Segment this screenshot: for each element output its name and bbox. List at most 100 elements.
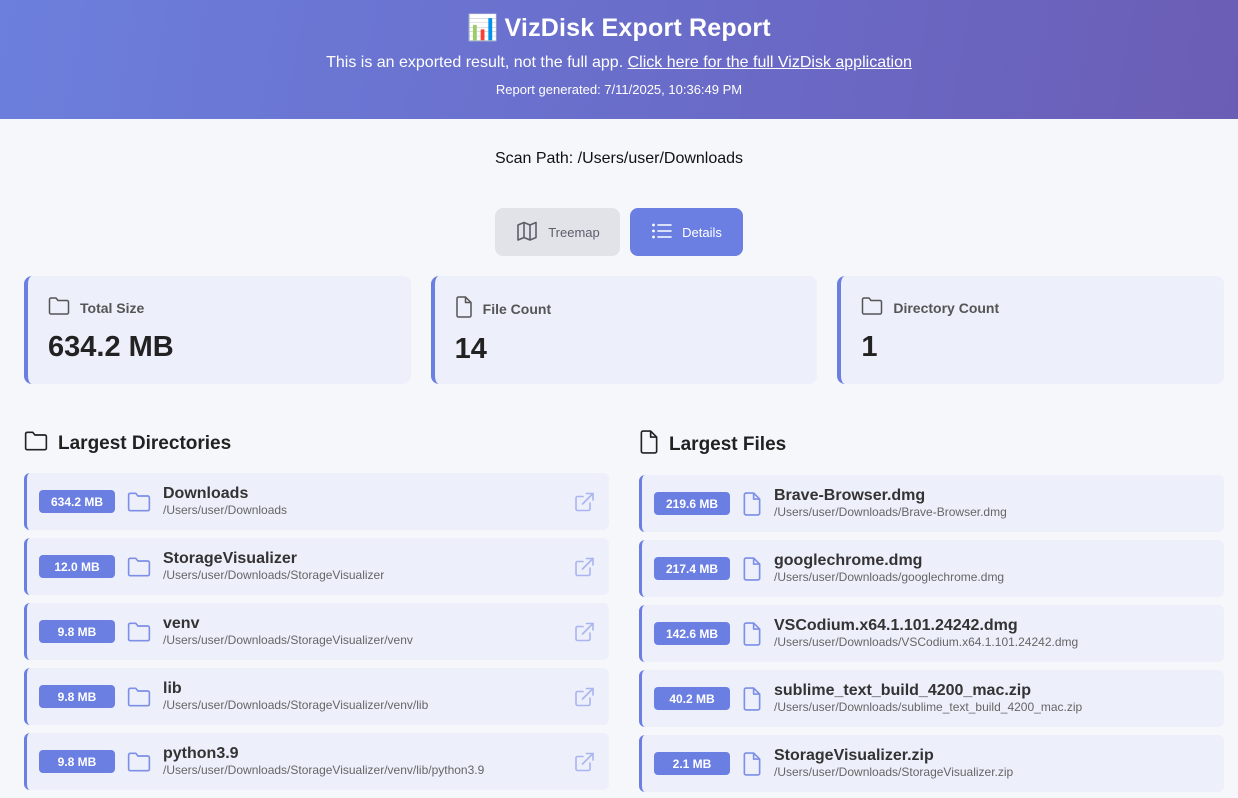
stats-row: Total Size 634.2 MB File Count 14 Direct… [24,276,1225,384]
report-title: VizDisk Export Report [504,14,771,42]
folder-icon [861,296,883,319]
folder-icon [127,621,151,643]
report-generated: Report generated: 7/11/2025, 10:36:49 PM [495,82,743,97]
directory-row[interactable]: 9.8 MB python3.9/Users/user/Downloads/Sto… [24,733,609,790]
external-link-icon[interactable] [573,491,595,513]
list-icon [651,221,673,244]
row-text: venv/Users/user/Downloads/StorageVisuali… [163,615,573,648]
external-link-icon[interactable] [573,556,595,578]
report-header: 📊 VizDisk Export Report This is an export… [0,0,1238,119]
item-path: /Users/user/Downloads/Brave-Browser.dmg [774,505,1007,519]
file-row[interactable]: 2.1 MB StorageVisualizer.zip/Users/user/D… [639,735,1224,792]
size-badge: 9.8 MB [39,620,115,643]
stat-directory-count: Directory Count 1 [837,276,1225,384]
file-icon [742,491,762,516]
stat-label: File Count [482,300,552,317]
item-path: /Users/user/Downloads/googlechrome.dmg [774,570,1005,584]
folder-icon [127,686,151,708]
external-link-icon[interactable] [573,751,595,773]
item-name: StorageVisualizer [163,550,297,567]
stat-label-row: Directory Count [861,296,1224,319]
folder-icon [127,556,151,578]
stat-label-row: File Count [455,296,818,321]
stat-total-size: Total Size 634.2 MB [24,276,411,384]
file-icon [742,621,762,646]
treemap-label: Treemap [548,224,600,240]
row-text: Brave-Browser.dmg/Users/user/Downloads/B… [774,487,1210,520]
item-name: lib [163,680,182,697]
largest-files: Largest Files 219.6 MB Brave-Browser.dmg /… [639,430,1224,798]
file-icon [742,556,762,581]
row-text: sublime_text_build_4200_mac.zip/Users/us… [774,682,1210,715]
section-title: Largest Files [669,434,787,455]
details-button[interactable]: Details [630,208,743,256]
export-notice-text: This is an exported result, not the full… [326,54,624,71]
details-label: Details [682,224,722,240]
item-path: /Users/user/Downloads/VSCodium.x64.1.101… [774,635,1079,649]
stat-label-row: Total Size [48,296,411,319]
size-badge: 2.1 MB [654,752,730,775]
item-path: /Users/user/Downloads [163,503,288,517]
directory-list: 634.2 MB Downloads/Users/user/Downloads 12… [24,473,609,790]
row-text: VSCodium.x64.1.101.24242.dmg/Users/user/… [774,617,1210,650]
stat-value: 1 [861,331,878,363]
folder-icon [24,430,48,458]
export-notice: This is an exported result, not the full… [0,54,1238,72]
row-text: python3.9/Users/user/Downloads/StorageVi… [163,745,573,778]
directory-row[interactable]: 634.2 MB Downloads/Users/user/Downloads [24,473,609,530]
item-name: sublime_text_build_4200_mac.zip [774,682,1031,699]
stat-label: Directory Count [893,299,1000,316]
item-path: /Users/user/Downloads/StorageVisualizer/… [163,698,429,712]
item-path: /Users/user/Downloads/StorageVisualizer.… [774,765,1014,779]
file-icon [455,296,473,321]
item-name: Downloads [163,485,249,502]
directory-row[interactable]: 9.8 MB venv/Users/user/Downloads/StorageV… [24,603,609,660]
section-heading: Largest Directories [24,430,609,458]
size-badge: 634.2 MB [39,490,115,513]
section-title: Largest Directories [58,433,232,454]
size-badge: 142.6 MB [654,622,730,645]
file-icon [742,751,762,776]
full-app-link[interactable]: Click here for the full VizDisk applicat… [628,54,912,71]
folder-icon [48,296,70,319]
item-path: /Users/user/Downloads/StorageVisualizer/… [163,633,413,647]
row-text: StorageVisualizer.zip/Users/user/Downloa… [774,747,1210,780]
largest-directories: Largest Directories 634.2 MB Downloads/Us… [24,430,609,798]
size-badge: 9.8 MB [39,750,115,773]
stat-label: Total Size [80,299,145,316]
item-path: /Users/user/Downloads/sublime_text_build… [774,700,1083,714]
item-name: venv [163,615,200,632]
item-path: /Users/user/Downloads/StorageVisualizer/… [163,763,485,777]
folder-icon [127,491,151,513]
bar-chart-icon: 📊 [467,14,499,42]
stat-file-count: File Count 14 [430,276,818,384]
map-icon [515,219,539,246]
item-name: googlechrome.dmg [774,552,923,569]
item-name: StorageVisualizer.zip [774,747,934,764]
file-row[interactable]: 40.2 MB sublime_text_build_4200_mac.zip/U… [639,670,1224,727]
stat-value: 634.2 MB [48,331,174,363]
file-row[interactable]: 219.6 MB Brave-Browser.dmg/Users/user/Dow… [639,475,1224,532]
file-row[interactable]: 217.4 MB googlechrome.dmg/Users/user/Down… [639,540,1224,597]
row-text: googlechrome.dmg/Users/user/Downloads/go… [774,552,1210,585]
size-badge: 219.6 MB [654,492,730,515]
treemap-button[interactable]: Treemap [495,208,620,256]
external-link-icon[interactable] [573,686,595,708]
directory-row[interactable]: 12.0 MB StorageVisualizer/Users/user/Down… [24,538,609,595]
lists-section: Largest Directories 634.2 MB Downloads/Us… [24,430,1224,798]
item-name: VSCodium.x64.1.101.24242.dmg [774,617,1018,634]
item-path: /Users/user/Downloads/StorageVisualizer [163,568,385,582]
file-icon [742,686,762,711]
external-link-icon[interactable] [573,621,595,643]
section-heading: Largest Files [639,430,1224,460]
stat-value: 14 [454,333,487,365]
item-name: python3.9 [163,745,239,762]
folder-icon [127,751,151,773]
file-icon [639,430,659,460]
size-badge: 9.8 MB [39,685,115,708]
file-list: 219.6 MB Brave-Browser.dmg/Users/user/Dow… [639,475,1224,792]
scan-path: Scan Path: /Users/user/Downloads [494,150,744,167]
directory-row[interactable]: 9.8 MB lib/Users/user/Downloads/StorageVi… [24,668,609,725]
size-badge: 12.0 MB [39,555,115,578]
file-row[interactable]: 142.6 MB VSCodium.x64.1.101.24242.dmg/Use… [639,605,1224,662]
